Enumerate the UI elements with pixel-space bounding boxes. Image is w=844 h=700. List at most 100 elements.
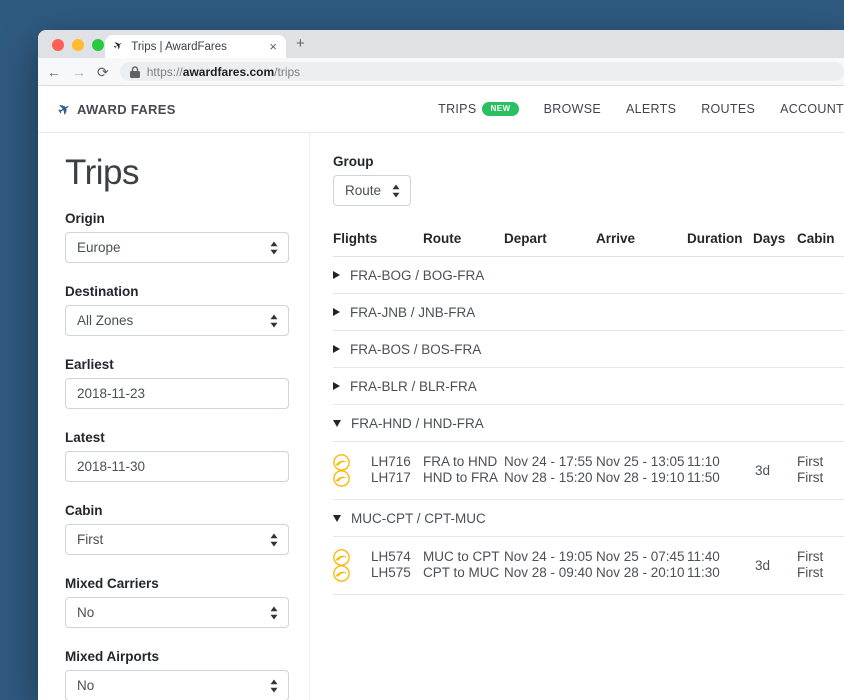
nav-item-browse[interactable]: BROWSE [544,102,601,116]
days-cell: 3d [753,549,797,581]
flights-cell: LH716LH717 [333,454,423,486]
flight-number: LH717 [371,470,411,486]
depart-value: Nov 28 - 15:20 [504,470,596,486]
destination-select[interactable]: All Zones [65,305,289,336]
earliest-input[interactable]: 2018-11-23 [65,378,289,409]
nav-item-account[interactable]: ACCOUNT [780,102,844,116]
forward-icon[interactable]: → [72,65,86,79]
field-value: No [77,678,94,693]
nav-item-routes[interactable]: ROUTES [701,102,755,116]
address-bar[interactable]: https://awardfares.com/trips [120,62,844,81]
origin-select[interactable]: Europe [65,232,289,263]
stepper-icon [270,679,278,692]
url-text: https://awardfares.com/trips [147,65,300,79]
stepper-icon [270,241,278,254]
route-group-row[interactable]: FRA-HND / HND-FRA [333,405,844,442]
field-destination: Destination All Zones [65,284,289,336]
new-badge: NEW [482,102,518,116]
latest-input[interactable]: 2018-11-30 [65,451,289,482]
table-body: FRA-BOG / BOG-FRAFRA-JNB / JNB-FRA FRA-BO… [333,257,844,595]
page-title: Trips [65,155,289,190]
traffic-lights [52,39,104,51]
caret-right-icon [333,382,340,390]
field-value: All Zones [77,313,133,328]
nav-item-label: TRIPS [438,102,476,116]
route-group-row[interactable]: FRA-BOS / BOS-FRA [333,331,844,368]
zoom-window-button[interactable] [92,39,104,51]
lufthansa-icon [333,470,351,486]
cabin-select[interactable]: First [65,524,289,555]
field-label: Latest [65,430,289,445]
lufthansa-icon [333,565,351,581]
field-label: Earliest [65,357,289,372]
cabin-value: First [797,565,844,581]
stepper-icon [392,184,400,197]
reload-icon[interactable]: ⟳ [97,65,109,79]
brand-label: AWARD FARES [77,102,176,117]
field-cabin: Cabin First [65,503,289,555]
field-value: Europe [77,240,121,255]
lock-icon [130,66,140,78]
trip-row[interactable]: LH574LH575MUC to CPTCPT to MUCNov 24 - 1… [333,537,844,595]
column-header-duration: Duration [687,231,753,246]
flight-number: LH716 [371,454,411,470]
close-tab-icon[interactable]: × [269,40,277,53]
airplane-icon: ✈ [55,100,72,118]
minimize-window-button[interactable] [72,39,84,51]
field-origin: Origin Europe [65,211,289,263]
stepper-icon [270,533,278,546]
route-value: FRA to HND [423,454,504,470]
flight-number: LH575 [371,565,411,581]
field-mixed-carriers: Mixed Carriers No [65,576,289,628]
mixed-carriers-select[interactable]: No [65,597,289,628]
route-group-row[interactable]: FRA-BLR / BLR-FRA [333,368,844,405]
flight-line: LH574 [333,549,423,565]
arrive-value: Nov 28 - 19:10 [596,470,687,486]
flight-line: LH716 [333,454,423,470]
flight-line: LH717 [333,470,423,486]
route-group-row[interactable]: FRA-BOG / BOG-FRA [333,257,844,294]
group-select[interactable]: Route [333,175,411,206]
back-icon[interactable]: ← [47,65,61,79]
route-group-row[interactable]: MUC-CPT / CPT-MUC [333,500,844,537]
trip-row[interactable]: LH716LH717FRA to HNDHND to FRANov 24 - 1… [333,442,844,500]
trips-table: FlightsRouteDepartArriveDurationDaysCabi… [333,231,844,595]
nav-item-label: ACCOUNT [780,102,844,116]
field-label: Destination [65,284,289,299]
browser-tab[interactable]: ✈ Trips | AwardFares × [105,35,286,58]
brand-logo[interactable]: ✈ AWARD FARES [58,102,176,117]
depart-cell: Nov 24 - 19:05Nov 28 - 09:40 [504,549,596,581]
cabin-value: First [797,454,844,470]
duration-value: 11:50 [687,470,753,486]
route-group-label: FRA-BLR / BLR-FRA [350,379,477,394]
route-group-label: FRA-BOS / BOS-FRA [350,342,481,357]
field-earliest: Earliest 2018-11-23 [65,357,289,409]
lufthansa-icon [333,549,351,565]
route-group-row[interactable]: FRA-JNB / JNB-FRA [333,294,844,331]
column-header-days: Days [753,231,797,246]
route-value: MUC to CPT [423,549,504,565]
route-value: HND to FRA [423,470,504,486]
nav-item-alerts[interactable]: ALERTS [626,102,676,116]
arrive-value: Nov 28 - 20:10 [596,565,687,581]
duration-value: 11:10 [687,454,753,470]
duration-cell: 11:1011:50 [687,454,753,486]
close-window-button[interactable] [52,39,64,51]
browser-window: ✈ Trips | AwardFares × + ← → ⟳ https://a… [38,30,844,700]
field-label: Mixed Carriers [65,576,289,591]
field-label: Cabin [65,503,289,518]
column-header-arrive: Arrive [596,231,687,246]
route-group-label: FRA-HND / HND-FRA [351,416,484,431]
mixed-airports-select[interactable]: No [65,670,289,700]
arrive-cell: Nov 25 - 07:45Nov 28 - 20:10 [596,549,687,581]
arrive-value: Nov 25 - 07:45 [596,549,687,565]
column-header-route: Route [423,231,504,246]
field-label: Origin [65,211,289,226]
nav-item-trips[interactable]: TRIPS NEW [438,102,518,116]
nav-menu: TRIPS NEW BROWSE ALERTS ROUTES ACCOUNT [438,102,844,116]
new-tab-button[interactable]: + [296,35,305,52]
column-header-depart: Depart [504,231,596,246]
field-value: 2018-11-30 [77,459,145,474]
tab-strip: ✈ Trips | AwardFares × + [38,30,844,58]
depart-value: Nov 24 - 19:05 [504,549,596,565]
